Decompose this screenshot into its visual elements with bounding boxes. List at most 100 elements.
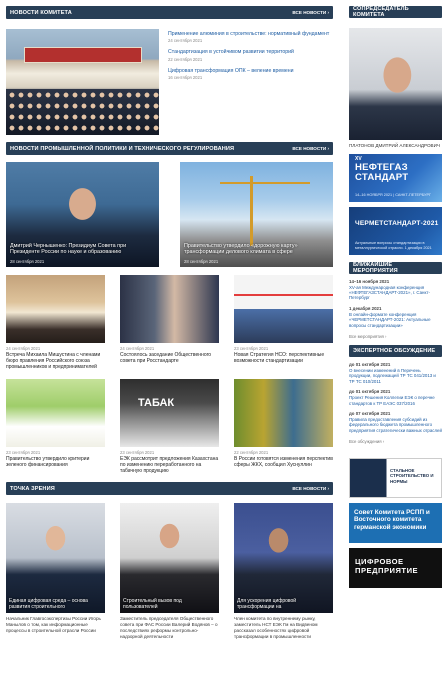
opinion-caption: Строительный вызов под пользователей [123, 597, 182, 611]
discussion-date: до 01 октября 2021 [349, 389, 391, 395]
news-card[interactable]: 24 сентября 2021 Состоялось заседание Об… [120, 275, 219, 371]
news-date: 23 сентября 2021 [6, 449, 41, 455]
news-title[interactable]: В России готовятся изменения перспектив … [234, 456, 333, 468]
committee-news-list: Применение алюминия в строительстве: нор… [159, 29, 333, 142]
discussion-title[interactable]: Проект Решения Коллегии ЕЭК о перечне ст… [349, 395, 442, 406]
news-date: 23 сентября 2021 [120, 449, 155, 455]
industrial-news-row-2: 23 сентября 2021 Правительство утвердило… [6, 378, 333, 475]
industrial-news-header: НОВОСТИ ПРОМЫШЛЕННОЙ ПОЛИТИКИ И ТЕХНИЧЕС… [6, 142, 333, 155]
point-of-view-header: ТОЧКА ЗРЕНИЯ ВСЕ НОВОСТИ › [6, 482, 333, 496]
all-events-link[interactable]: Все мероприятия › [349, 334, 442, 339]
card-date: 28 сентября 2021 [184, 259, 219, 264]
section-title: БЛИЖАЙШИЕ МЕРОПРИЯТИЯ [353, 261, 398, 274]
news-title[interactable]: Правительство утвердило критерии зеленог… [6, 456, 105, 468]
news-title[interactable]: Состоялось заседание Общественного совет… [120, 352, 219, 364]
committee-news-header: НОВОСТИ КОМИТЕТА ВСЕ НОВОСТИ › [6, 6, 333, 19]
stage-banner [24, 47, 142, 63]
discussion-date: до 07 октября 2021 [349, 411, 391, 417]
crane-jib [220, 182, 310, 184]
opinion-text[interactable]: Заместитель председателя Общественного с… [120, 616, 219, 639]
news-image[interactable] [120, 275, 219, 343]
news-title[interactable]: Цифровая трансформация ОПК – веление вре… [168, 68, 333, 74]
opinion-card[interactable]: Строительный вызов под пользователей Зам… [120, 503, 219, 639]
news-date: 24 сентября 2021 [120, 346, 155, 351]
news-card[interactable]: 23 сентября 2021 Правительство утвердило… [6, 378, 105, 475]
news-image[interactable] [6, 275, 105, 343]
crane-mast [250, 176, 253, 246]
news-date: 24 сентября 2021 [6, 346, 41, 351]
news-image[interactable]: ТАБАК [120, 378, 219, 447]
german-council-banner[interactable]: Совет Комитета РСПП и Восточного комитет… [349, 503, 442, 544]
crowd-image [6, 89, 159, 135]
promo-title: НЕФТЕГАЗ СТАНДАРТ [355, 161, 409, 183]
section-title: ТОЧКА ЗРЕНИЯ [10, 485, 55, 492]
list-item[interactable]: 14–16 ноября 2021 XV-ая Международная ко… [349, 279, 442, 301]
all-news-link[interactable]: ВСЕ НОВОСТИ › [292, 486, 329, 491]
event-title[interactable]: В онлайн-формате конференция «ЧЕРМЕТСТАН… [349, 312, 442, 328]
cochair-photo[interactable] [349, 28, 442, 140]
all-news-link[interactable]: ВСЕ НОВОСТИ › [292, 10, 329, 15]
news-card[interactable]: 22 сентября 2021 В России готовятся изме… [234, 378, 333, 475]
neftegaz-banner[interactable]: XV НЕФТЕГАЗ СТАНДАРТ 14–16 НОЯБРЯ 2021 |… [349, 153, 442, 202]
section-title: ЭКСПЕРТНОЕ ОБСУЖДЕНИЕ [353, 348, 436, 355]
promo-subtitle: Актуальные вопросы стандартизации в мета… [355, 241, 432, 250]
committee-news-block: Применение алюминия в строительстве: нор… [6, 29, 333, 142]
news-card[interactable]: 24 сентября 2021 Встреча Михаила Мишусти… [6, 275, 105, 371]
list-item[interactable]: до 07 октября 2021 Правила предоставлени… [349, 411, 442, 433]
digital-enterprise-banner[interactable]: ЦИФРОВОЕ ПРЕДПРИЯТИЕ [349, 548, 442, 589]
list-item[interactable]: 1 декабря 2021 В онлайн-формате конферен… [349, 306, 442, 328]
tabak-sign: ТАБАК [138, 396, 175, 409]
opinion-card[interactable]: Единая цифровая среда – основа развития … [6, 503, 105, 639]
news-card[interactable]: 23 сентября 2021 Новая Стратегия НСО: пе… [234, 275, 333, 371]
news-date: 16 сентября 2021 [168, 75, 203, 81]
opinion-caption: Для ускорения цифровой трансформации на [237, 597, 297, 611]
news-image[interactable] [234, 275, 333, 343]
section-title: НОВОСТИ ПРОМЫШЛЕННОЙ ПОЛИТИКИ И ТЕХНИЧЕС… [10, 145, 235, 152]
discussion-date: до 01 октября 2021 [349, 362, 391, 368]
banner-text: СТАЛЬНОЕ СТРОИТЕЛЬСТВО И НОРМЫ [390, 468, 434, 484]
opinion-text[interactable]: Начальник Главгосэкспертизы России Игорь… [6, 616, 105, 633]
news-title[interactable]: Новая Стратегия НСО: перспективные возмо… [234, 352, 333, 364]
all-discussions-link[interactable]: Все обсуждения › [349, 439, 442, 444]
list-item[interactable]: Цифровая трансформация ОПК – веление вре… [168, 68, 333, 80]
banner-text: ЦИФРОВОЕ ПРЕДПРИЯТИЕ [355, 557, 419, 576]
list-item[interactable]: до 01 октября 2021 О внесении изменений … [349, 362, 442, 384]
all-news-link[interactable]: ВСЕ НОВОСТИ › [292, 146, 329, 151]
news-title[interactable]: ЕЭК рассмотрит предложения Казахстана по… [120, 456, 219, 475]
news-title[interactable]: Применение алюминия в строительстве: нор… [168, 31, 333, 37]
discussion-title[interactable]: Правила предоставления субсидий из федер… [349, 417, 442, 433]
chermet-banner[interactable]: ЧЕРМЕТСТАНДАРТ-2021 Актуальные вопросы с… [349, 206, 442, 255]
featured-news-card[interactable]: Правительство утвердило «дорожную карту»… [180, 162, 333, 267]
featured-news-card[interactable]: Дмитрий Чернышенко: Президиум Совета при… [6, 162, 159, 267]
list-item[interactable]: Применение алюминия в строительстве: нор… [168, 31, 333, 43]
news-image[interactable] [234, 378, 333, 447]
opinion-image[interactable]: Строительный вызов под пользователей [120, 503, 219, 614]
card-date: 28 сентября 2021 [10, 259, 45, 264]
event-date: 14–16 ноября 2021 [349, 278, 390, 284]
opinion-caption: Единая цифровая среда – основа развития … [9, 597, 88, 611]
opinion-card[interactable]: Для ускорения цифровой трансформации на … [234, 503, 333, 639]
industrial-news-row-1: 24 сентября 2021 Встреча Михаила Мишусти… [6, 275, 333, 371]
news-title[interactable]: Встреча Михаила Мишустина с членами бюро… [6, 352, 105, 371]
opinion-image[interactable]: Для ускорения цифровой трансформации на [234, 503, 333, 614]
opinion-image[interactable]: Единая цифровая среда – основа развития … [6, 503, 105, 614]
section-title: НОВОСТИ КОМИТЕТА [10, 9, 72, 16]
cochair-header: СОПРЕДСЕДАТЕЛЬ КОМИТЕТА [349, 6, 442, 18]
event-title[interactable]: XV-ая Международная конференция «НЕФТЕГА… [349, 285, 442, 301]
promo-subtitle: 14–16 НОЯБРЯ 2021 | САНКТ-ПЕТЕРБУРГ [355, 193, 432, 197]
expert-header: ЭКСПЕРТНОЕ ОБСУЖДЕНИЕ [349, 345, 442, 358]
list-item[interactable]: до 01 октября 2021 Проект Решения Коллег… [349, 389, 442, 406]
committee-photo[interactable] [6, 29, 159, 135]
point-of-view-list: Единая цифровая среда – основа развития … [6, 503, 333, 639]
news-title[interactable]: Стандартизация в устойчивом развитии тер… [168, 49, 333, 55]
cochair-name[interactable]: ПЛАТОНОВ ДМИТРИЙ АЛЕКСАНДРОВИЧ [349, 143, 442, 149]
main-column: НОВОСТИ КОМИТЕТА ВСЕ НОВОСТИ › Применени… [6, 6, 333, 639]
news-image[interactable] [6, 378, 105, 447]
sidebar: СОПРЕДСЕДАТЕЛЬ КОМИТЕТА ПЛАТОНОВ ДМИТРИЙ… [349, 6, 442, 589]
events-header: БЛИЖАЙШИЕ МЕРОПРИЯТИЯ [349, 261, 442, 274]
opinion-text[interactable]: Член комитета по внутреннему рынку, заме… [234, 616, 333, 639]
discussion-title[interactable]: О внесении изменений в Перечень продукци… [349, 368, 442, 384]
steel-construction-banner[interactable]: СТАЛЬНОЕ СТРОИТЕЛЬСТВО И НОРМЫ [349, 458, 442, 499]
list-item[interactable]: Стандартизация в устойчивом развитии тер… [168, 49, 333, 61]
news-card[interactable]: ТАБАК 23 сентября 2021 ЕЭК рассмотрит пр… [120, 378, 219, 475]
